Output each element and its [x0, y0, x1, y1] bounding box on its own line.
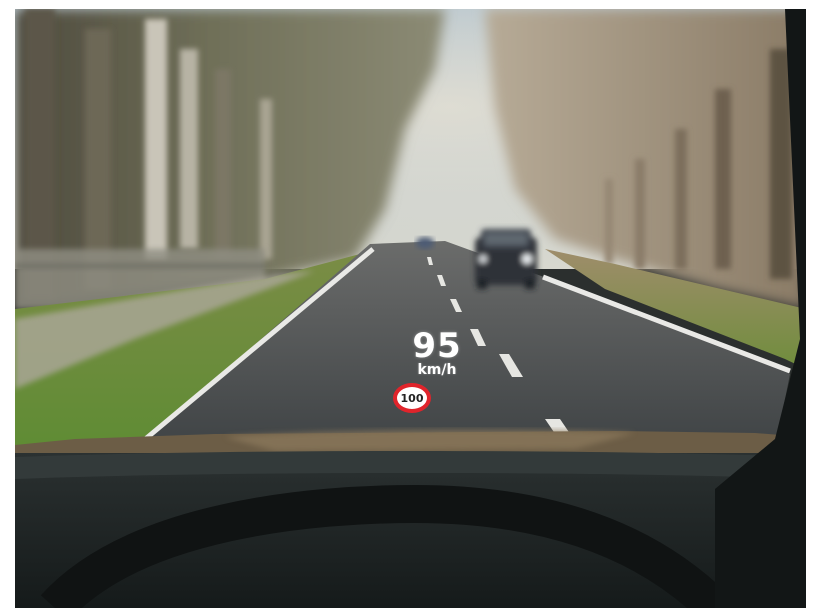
road-scene: [15, 9, 806, 608]
oncoming-car: [475, 229, 537, 289]
distant-car: [416, 237, 434, 249]
scene-illustration: [15, 9, 806, 608]
windshield-view: 95 km/h 100: [15, 9, 806, 608]
